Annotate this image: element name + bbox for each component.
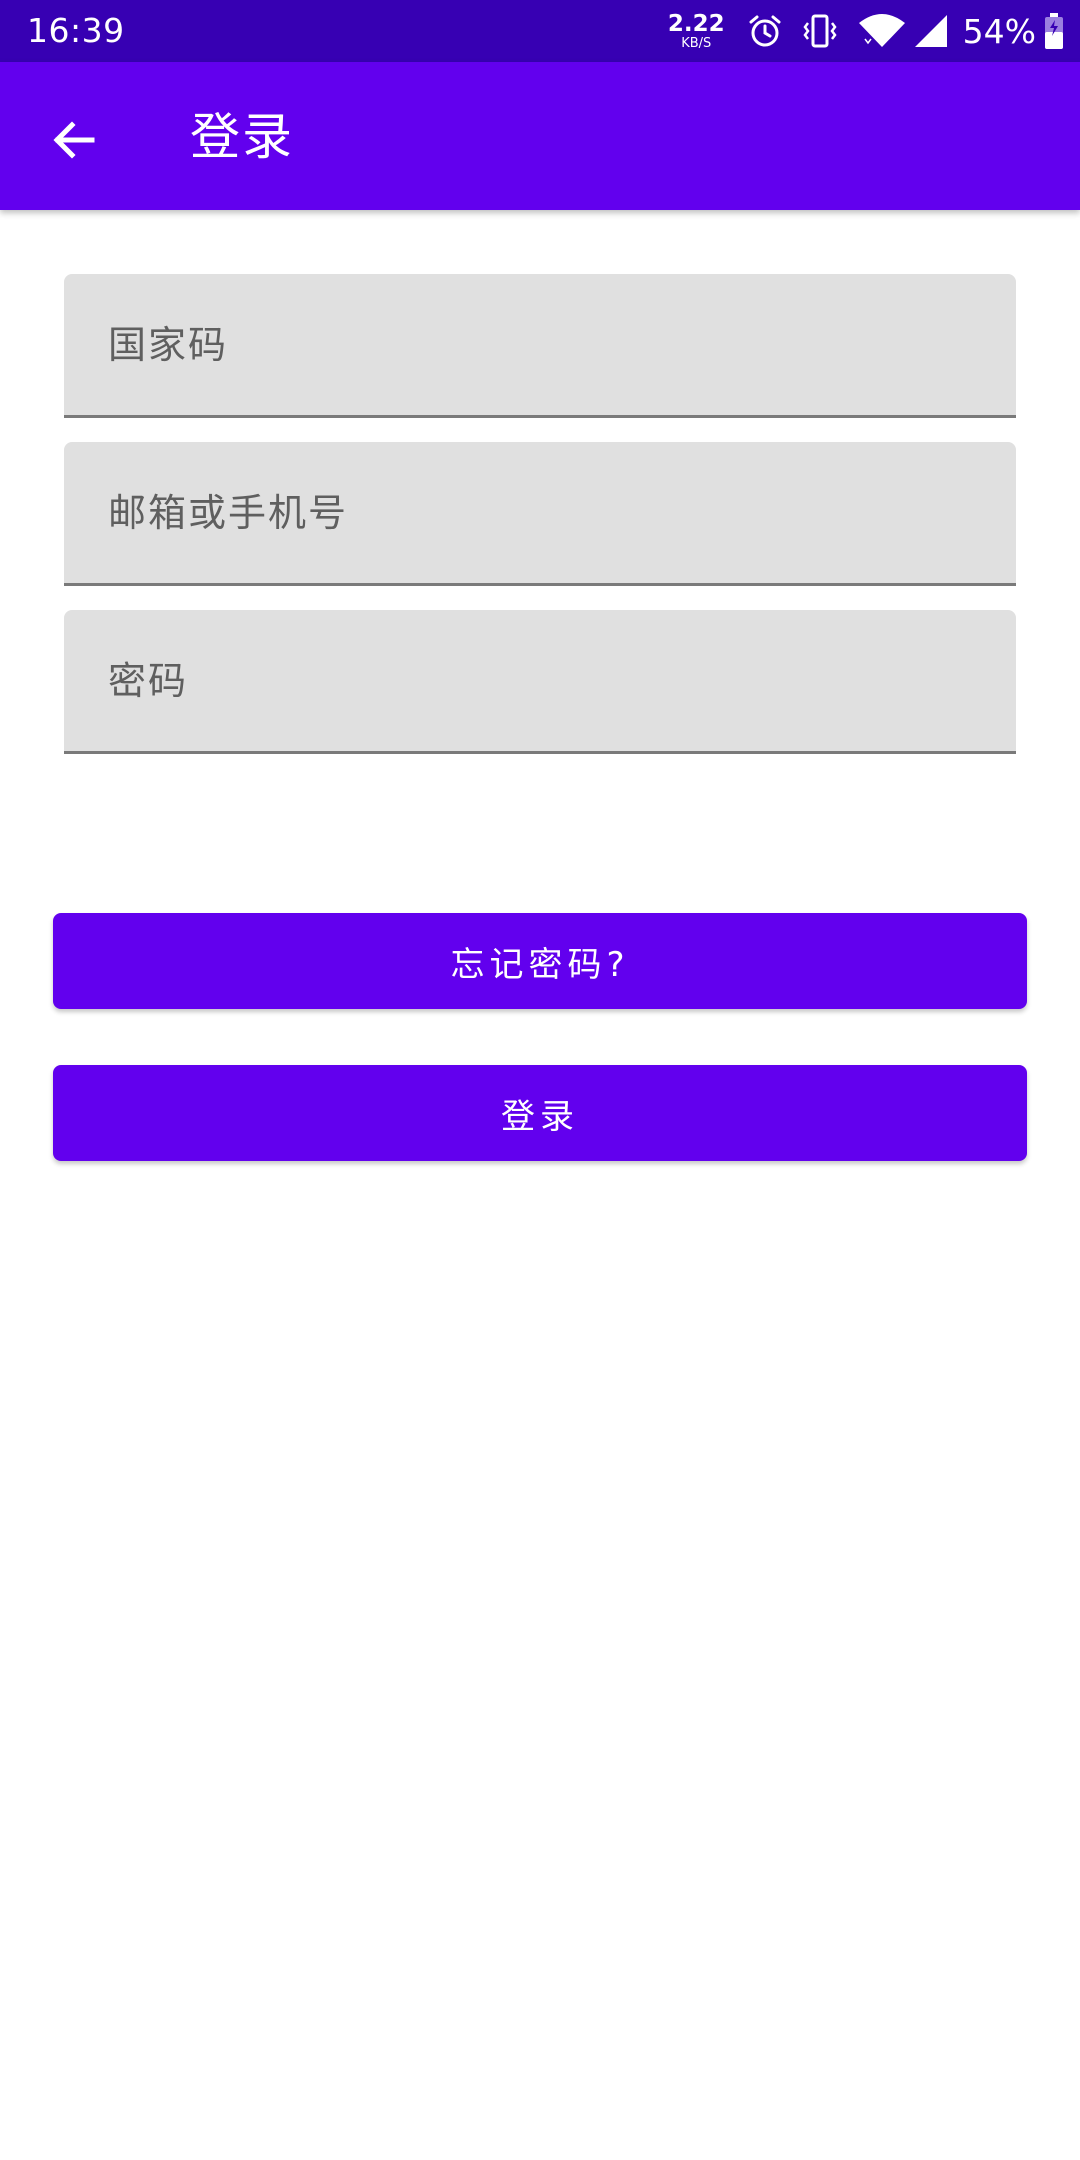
net-speed-unit: KB/S bbox=[681, 35, 712, 51]
login-button[interactable]: 登录 bbox=[53, 1065, 1027, 1161]
battery-icon bbox=[1044, 12, 1064, 50]
password-input[interactable] bbox=[64, 610, 1016, 751]
cell-signal-icon bbox=[913, 13, 949, 49]
arrow-left-icon bbox=[50, 116, 98, 164]
net-speed: 2.22 KB/S bbox=[667, 10, 725, 51]
status-bar: 16:39 2.22 KB/S 54% bbox=[0, 0, 1080, 62]
alarm-icon bbox=[747, 13, 783, 49]
vibrate-icon bbox=[801, 13, 839, 49]
password-field[interactable] bbox=[64, 610, 1016, 754]
account-input[interactable] bbox=[64, 442, 1016, 583]
back-button[interactable] bbox=[36, 102, 112, 178]
wifi-icon bbox=[857, 13, 907, 49]
status-time: 16:39 bbox=[27, 11, 125, 50]
country-code-field[interactable] bbox=[64, 274, 1016, 418]
app-bar: 登录 bbox=[0, 62, 1080, 210]
country-code-input[interactable] bbox=[64, 274, 1016, 415]
page-title: 登录 bbox=[190, 108, 294, 166]
status-icons: 2.22 KB/S 54% bbox=[668, 0, 1064, 62]
account-field[interactable] bbox=[64, 442, 1016, 586]
battery-percent: 54% bbox=[962, 11, 1036, 51]
net-speed-value: 2.22 bbox=[667, 10, 725, 37]
forgot-password-button[interactable]: 忘记密码? bbox=[53, 913, 1027, 1009]
